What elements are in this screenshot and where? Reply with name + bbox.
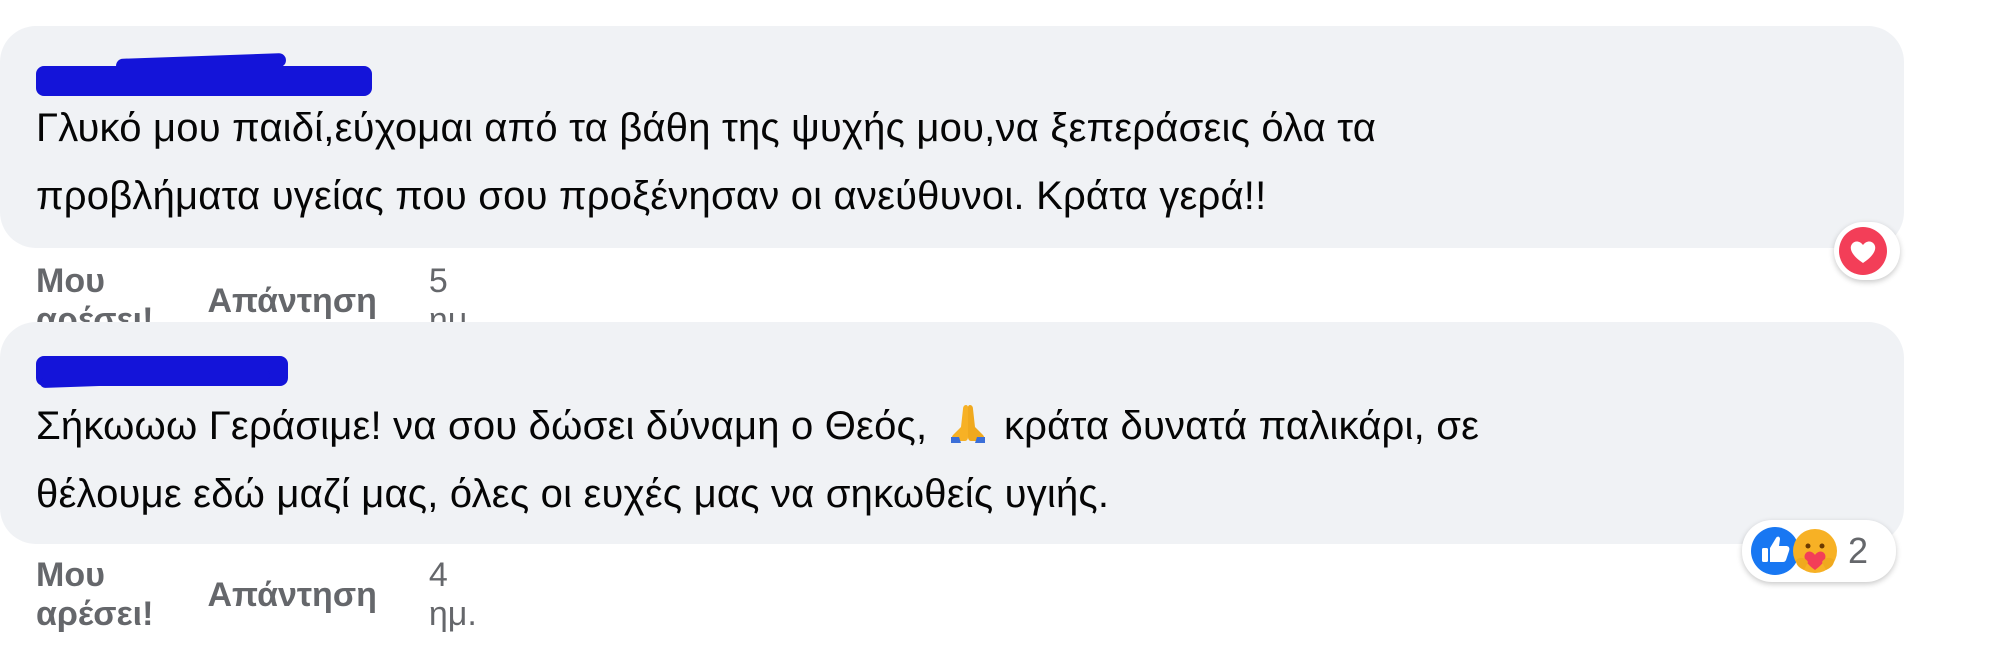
love-reaction-icon xyxy=(1839,227,1887,275)
comment-text-line: Σήκωωω Γεράσιμε! να σου δώσει δύναμη ο Θ… xyxy=(36,392,1868,460)
reactions-summary[interactable]: 2 xyxy=(1742,520,1896,582)
comment-timestamp[interactable]: 4 ημ. xyxy=(429,556,477,634)
author-name-redacted[interactable] xyxy=(36,66,372,96)
comment-text-line: Γλυκό μου παιδί,εύχομαι από τα βάθη της … xyxy=(36,106,1377,150)
comment-bubble: Σήκωωω Γεράσιμε! να σου δώσει δύναμη ο Θ… xyxy=(0,322,1904,544)
comment-text-line: προβλήματα υγείας που σου προξένησαν οι … xyxy=(36,174,1267,218)
comment-bubble: Γλυκό μου παιδί,εύχομαι από τα βάθη της … xyxy=(0,26,1904,248)
like-button[interactable]: Μου αρέσει! xyxy=(36,556,153,634)
reaction-count: 2 xyxy=(1848,530,1869,571)
reply-button[interactable]: Απάντηση xyxy=(207,282,376,321)
comment-text-segment: Σήκωωω Γεράσιμε! να σου δώσει δύναμη ο Θ… xyxy=(36,404,928,448)
comment-text-line: θέλουμε εδώ μαζί μας, όλες οι ευχές μας … xyxy=(36,472,1110,516)
comment-text: Γλυκό μου παιδί,εύχομαι από τα βάθη της … xyxy=(36,94,1868,230)
pray-emoji-icon xyxy=(950,405,985,443)
reactions-summary[interactable] xyxy=(1834,222,1900,280)
previous-comment-actions-cut xyxy=(40,0,500,6)
comment-text-segment: κράτα δυνατά παλικάρι, σε xyxy=(1003,404,1480,448)
comments-screenshot: Γλυκό μου παιδί,εύχομαι από τα βάθη της … xyxy=(0,0,2000,668)
reply-button[interactable]: Απάντηση xyxy=(207,576,376,615)
care-reaction-icon xyxy=(1793,529,1837,573)
comment-actions: Μου αρέσει! Απάντηση 4 ημ. xyxy=(36,556,477,634)
comment-text: Σήκωωω Γεράσιμε! να σου δώσει δύναμη ο Θ… xyxy=(36,392,1868,528)
